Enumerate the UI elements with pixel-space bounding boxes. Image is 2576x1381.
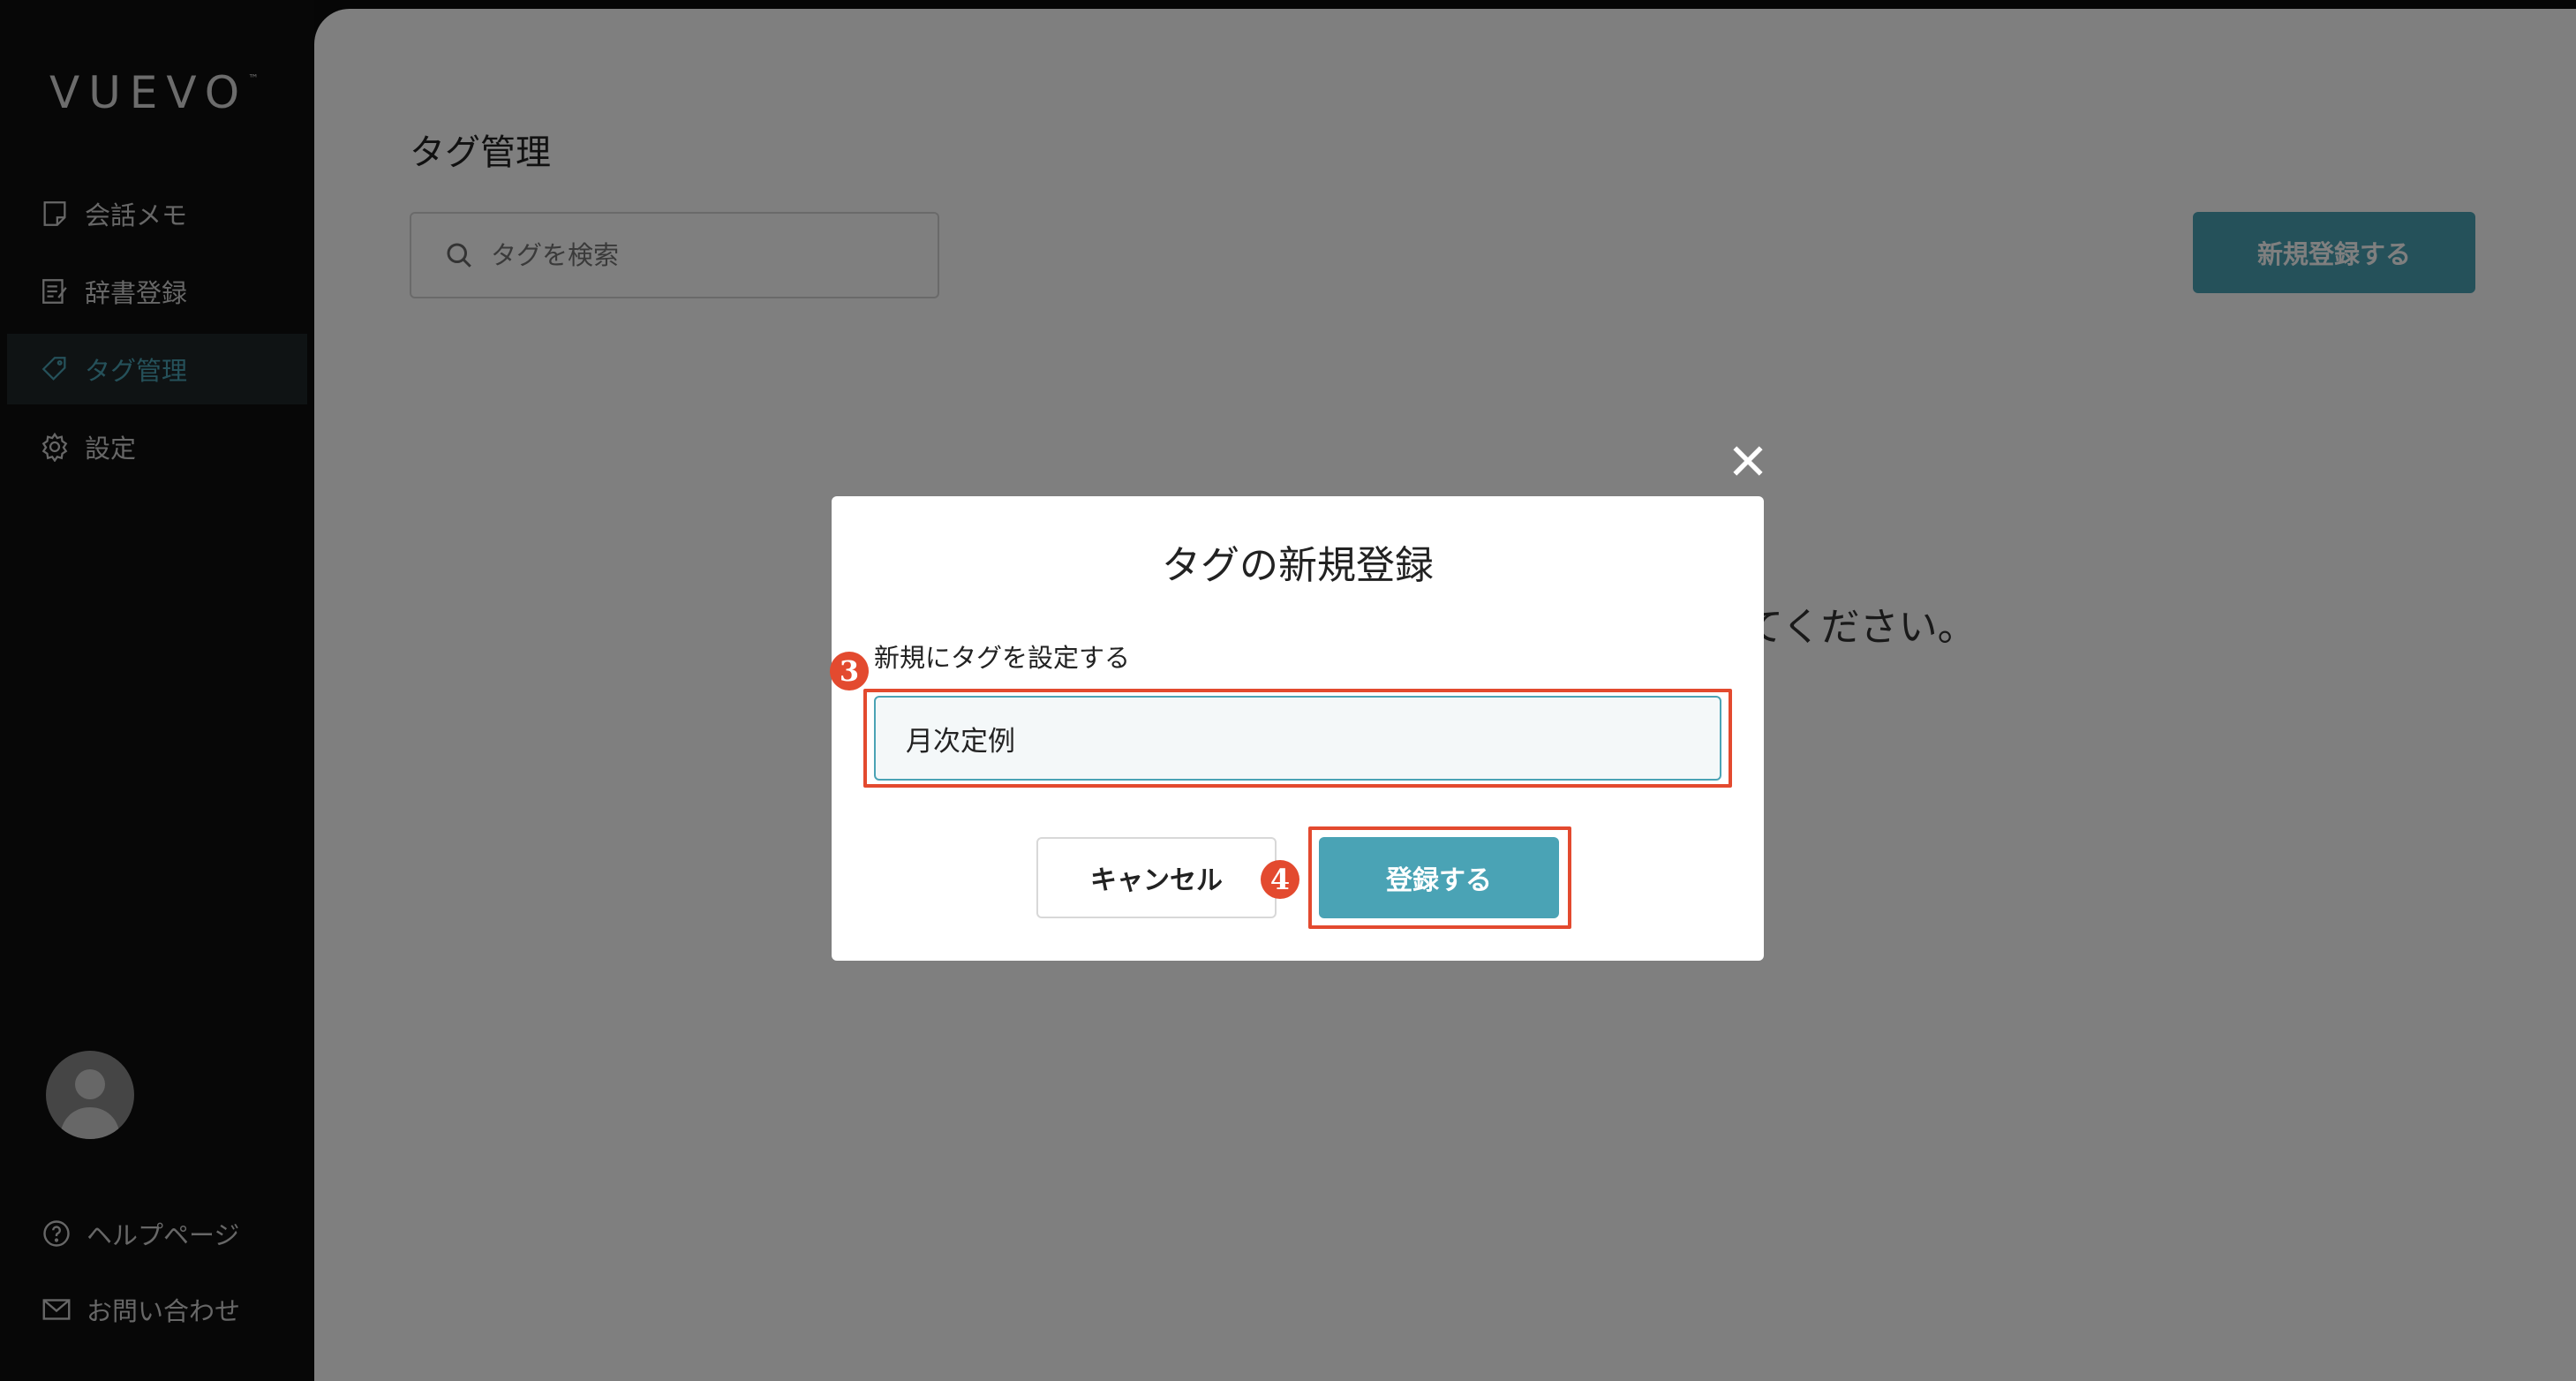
step-badge-4: 4 — [1261, 860, 1299, 899]
register-button[interactable]: 登録する — [1319, 837, 1559, 918]
close-modal-button[interactable] — [1721, 434, 1774, 487]
step-badge-3: 3 — [830, 652, 869, 690]
modal-title: タグの新規登録 — [1162, 543, 1434, 588]
tag-register-modal: タグの新規登録 新規にタグを設定する 3 キャンセル 4 登録する — [830, 496, 1764, 961]
tag-field-label: 新規にタグを設定する — [874, 643, 1131, 673]
cancel-button[interactable]: キャンセル — [1036, 837, 1277, 918]
tag-name-input[interactable] — [874, 696, 1721, 781]
close-icon — [1733, 446, 1763, 476]
